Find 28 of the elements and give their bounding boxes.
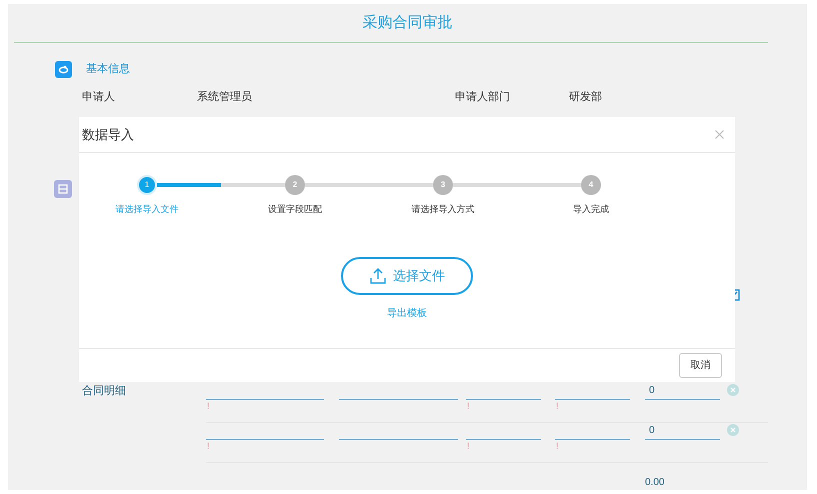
remove-icon[interactable] — [727, 384, 739, 396]
field-label: 申请人 — [82, 90, 116, 104]
field-value: 系统管理员 — [197, 90, 253, 104]
field-label: 申请人部门 — [455, 90, 511, 104]
step-label: 设置字段匹配 — [268, 203, 322, 216]
warning-mark: ! — [555, 440, 559, 453]
section-icon — [55, 61, 72, 78]
list-icon — [54, 180, 72, 198]
close-icon[interactable] — [715, 130, 724, 139]
warning-mark: ! — [206, 400, 210, 413]
section-title: 基本信息 — [86, 62, 130, 78]
page-title: 采购合同审批 — [362, 12, 452, 33]
warning-mark: ! — [466, 440, 470, 453]
warning-mark: ! — [466, 400, 470, 413]
step-label: 请选择导入方式 — [412, 203, 474, 216]
step-label: 请选择导入文件 — [116, 203, 178, 216]
upload-icon — [369, 266, 387, 284]
cancel-button[interactable]: 取消 — [679, 353, 722, 378]
warning-mark: ! — [555, 400, 559, 413]
detail-title: 合同明细 — [82, 384, 126, 399]
input-field[interactable]: 0 — [645, 424, 720, 440]
warning-mark: ! — [206, 440, 210, 453]
field-value: 研发部 — [569, 90, 603, 104]
total-amount: 0.00 — [645, 476, 664, 490]
dialog-title: 数据导入 — [82, 126, 134, 144]
step-label: 导入完成 — [573, 203, 609, 216]
remove-icon[interactable] — [727, 424, 739, 436]
input-field[interactable]: 0 — [645, 384, 720, 400]
